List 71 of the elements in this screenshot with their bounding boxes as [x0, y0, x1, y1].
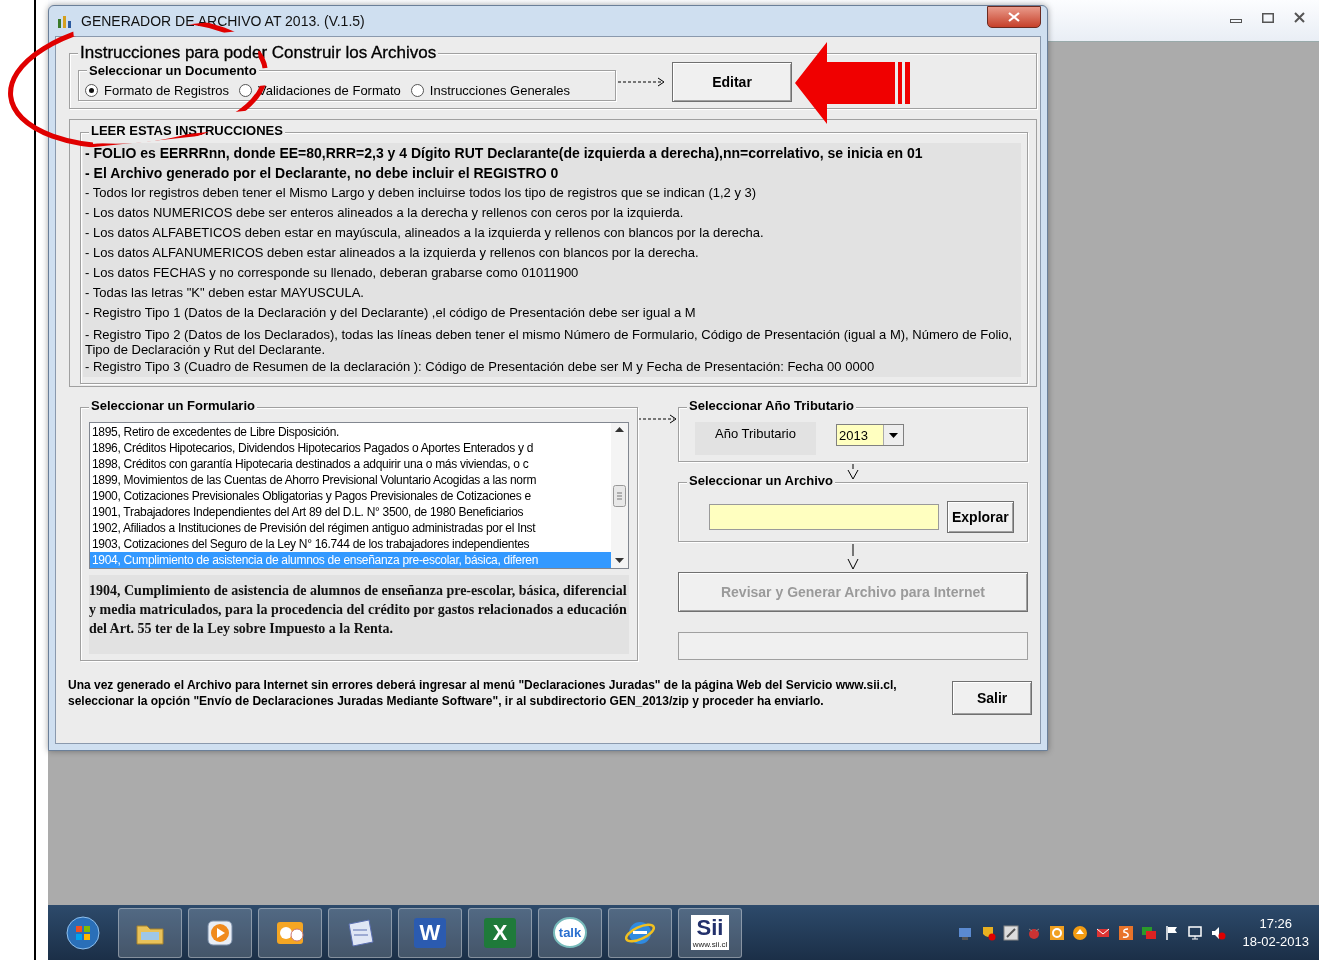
exit-button[interactable]: Salir [952, 681, 1032, 715]
dashed-arrow [618, 77, 666, 87]
instruction-line: - Los datos FECHAS y no corresponde su llenado, deberan grabarse como 01011900 [85, 264, 580, 282]
taskbar-button[interactable] [188, 907, 252, 958]
clock[interactable]: 17:26 18-02-2013 [1242, 914, 1309, 951]
taskbar-button[interactable]: X [468, 907, 532, 958]
group-title: Instrucciones para poder Construir los Archivos [78, 43, 439, 63]
instruction-line: - Todas las letras "K" deben estar MAYUSCULA. [85, 284, 365, 302]
form-list[interactable] [89, 422, 629, 569]
file-path-field[interactable] [709, 504, 939, 530]
group-title: Seleccionar un Archivo [687, 473, 835, 488]
scroll-thumb [613, 484, 626, 507]
window-title: GENERADOR DE ARCHIVO AT 2013. (V.1.5) [81, 13, 366, 29]
edit-button[interactable]: Editar [672, 62, 792, 102]
year-dropdown[interactable]: 2013 [835, 424, 904, 446]
minimize-icon [1230, 18, 1242, 23]
instruction-line: - Registro Tipo 3 (Cuadro de Resumen de la declaración ): Código de Presentación debe ser M y Fecha de Presentación: Fecha 00 0000 [85, 358, 876, 376]
office-icon [1048, 924, 1065, 941]
radio-option[interactable]: Formato de Registros [85, 82, 229, 98]
instruction-line: - Registro Tipo 1 (Datos de la Declaración y del Declarante) ,el código de Presentación debe ser igual a M [85, 304, 697, 322]
instruction-line: - FOLIO es EERRRnn, donde EE=80,RRR=2,3 y 4 Dígito RUT Declarante(de izquierda a derecha),nn=correlativo, se inicia en 01 [85, 144, 924, 163]
flag-icon [1163, 924, 1180, 941]
taskbar-button[interactable]: W [398, 907, 462, 958]
close-button[interactable] [987, 6, 1041, 28]
year-label: Año Tributario [695, 422, 816, 455]
scrollbar[interactable] [611, 423, 628, 568]
form-description: 1904, Cumplimiento de asistencia de alumnos de enseñanza pre-escolar, básica, diferencial y media matriculados, para la procedencia del crédito por gastos relacionados a educación del Art. 55 ter de la Ley sobre Impuesto a la Renta. [89, 575, 629, 654]
list-item[interactable]: 1896, Créditos Hipotecarios, Dividendos Hipotecarios Pagados o Aportes Enterados y d [90, 440, 611, 456]
list-item[interactable]: 1895, Retiro de excedentes de Libre Disposición. [90, 424, 611, 440]
instruction-line: - Los datos NUMERICOS debe ser enteros alineados a la derecha y rellenos con ceros por la izquierda. [85, 204, 685, 222]
list-item[interactable]: 1898, Créditos con garantía Hipotecaria destinados a adquirir una o más viviendas, o c [90, 456, 611, 472]
instruction-line: - Los datos ALFABETICOS deben estar en mayúscula, alineados a la izquierda y rellenos con blancos por la derecha. [85, 224, 765, 242]
windows-logo-icon [66, 915, 100, 950]
scroll-down-icon [615, 558, 624, 564]
list-item[interactable]: 1903, Cotizaciones del Seguro de la Ley N° 16.744 de los trabajadores independientes [90, 536, 611, 552]
dropdown-caret-icon [888, 432, 898, 438]
instruction-line: - El Archivo generado por el Declarante, no debe incluir el REGISTRO 0 [85, 164, 560, 183]
taskbar-button[interactable]: talk [538, 907, 602, 958]
group-title: LEER ESTAS INSTRUCCIONES [89, 123, 285, 138]
app-icon [1117, 924, 1134, 941]
restore-icon [1262, 12, 1274, 23]
logo-icon: Sii www.sii.cl [690, 915, 730, 950]
taskbar-button[interactable] [608, 907, 672, 958]
radio-option[interactable]: Instrucciones Generales [410, 82, 571, 98]
close-icon [1294, 12, 1305, 23]
instruction-line: - Todos lor registros deben tener el Mismo Largo y deben incluirse todos los tipo de registros que se indican (1,2 y 3) [85, 184, 758, 202]
list-item[interactable]: 1902, Afiliados a Instituciones de Previsión del régimen antiguo administradas por el Inst [90, 520, 611, 536]
instruction-line: - Registro Tipo 2 (Datos de los Declarados), todas las líneas deben tener el mismo Número de Formulario, Código de Presentación (igual a M), Número de Folio, Tipo de Declaración y Rut del Declarante. [85, 326, 1014, 357]
dashed-arrow [638, 413, 678, 425]
monitor-icon [1140, 924, 1157, 941]
scroll-up-icon [615, 427, 624, 433]
group-title: Seleccionar un Formulario [89, 398, 257, 413]
word-icon: W [414, 917, 446, 948]
taskbar-button[interactable] [118, 907, 182, 958]
taskbar-button[interactable] [328, 907, 392, 958]
explore-button[interactable]: Explorar [947, 501, 1014, 533]
list-item[interactable]: 1901, Trabajadores Independientes del Art 89 del D.L. N° 3500, de 1980 Beneficiarios [90, 504, 611, 520]
taskbar-button[interactable]: Sii www.sii.cl [678, 907, 742, 958]
list-item[interactable]: 1899, Movimientos de las Cuentas de Ahorro Previsional Voluntario Acogidas a las norm [90, 472, 611, 488]
group-title: Seleccionar Año Tributario [687, 398, 856, 413]
close-icon [1008, 12, 1020, 22]
list-item[interactable]: 1900, Cotizaciones Previsionales Obligatorias y Pagos Previsionales de Cotizaciones e [90, 488, 611, 504]
display-icon [1186, 924, 1203, 941]
instruction-line: - Los datos ALFANUMERICOS deben estar alineados a la izquierda y rellenos con blancos por la derecha. [85, 244, 700, 262]
footer-note: Una vez generado el Archivo para Internet sin errores deberá ingresar al menú "Declaraciones Juradas" de la página Web del Servicio www.sii.cl, seleccionar la opción "Envío de Declaraciones Juradas Mediante Software", ir al subdirectorio GEN_2013/zip y proceder ha enviarlo. [68, 677, 898, 709]
app-icon [57, 14, 73, 28]
upload-icon [1071, 924, 1088, 941]
chat-bubble-icon: talk [552, 917, 588, 948]
spreadsheet-icon: X [484, 917, 516, 948]
taskbar-button[interactable] [258, 907, 322, 958]
down-arrow [846, 544, 860, 570]
